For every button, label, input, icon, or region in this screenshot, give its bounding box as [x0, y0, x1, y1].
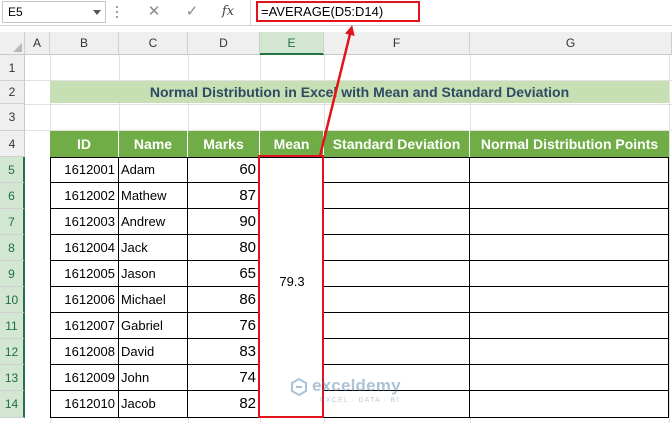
- cell-normal-distribution-points[interactable]: [470, 209, 669, 235]
- cell-standard-deviation[interactable]: [324, 261, 470, 287]
- cell-marks[interactable]: 60: [188, 157, 260, 183]
- cell-id[interactable]: 1612005: [50, 261, 119, 287]
- cell-standard-deviation[interactable]: [324, 209, 470, 235]
- column-header-g[interactable]: G: [470, 32, 672, 55]
- cell-name[interactable]: Adam: [119, 157, 188, 183]
- grid-line: [669, 55, 670, 423]
- cell-id[interactable]: 1612007: [50, 313, 119, 339]
- cell-id[interactable]: 1612002: [50, 183, 119, 209]
- cell-id[interactable]: 1612001: [50, 157, 119, 183]
- column-header-e[interactable]: E: [260, 32, 324, 55]
- row-header-8[interactable]: 8: [0, 235, 25, 261]
- cell-standard-deviation[interactable]: [324, 287, 470, 313]
- cell-id[interactable]: 1612006: [50, 287, 119, 313]
- cell-normal-distribution-points[interactable]: [470, 391, 669, 418]
- cancel-icon[interactable]: ✕: [144, 3, 164, 21]
- cell-id[interactable]: 1612009: [50, 365, 119, 391]
- column-header-c[interactable]: C: [119, 32, 188, 55]
- row-header-3[interactable]: 3: [0, 104, 25, 131]
- row-header-2[interactable]: 2: [0, 81, 25, 104]
- row-header-6[interactable]: 6: [0, 183, 25, 209]
- row-header-5[interactable]: 5: [0, 157, 25, 183]
- cell-name[interactable]: Michael: [119, 287, 188, 313]
- name-box-value: E5: [8, 5, 23, 19]
- cell-marks[interactable]: 86: [188, 287, 260, 313]
- cell-marks[interactable]: 74: [188, 365, 260, 391]
- cell-normal-distribution-points[interactable]: [470, 157, 669, 183]
- cell-marks[interactable]: 90: [188, 209, 260, 235]
- cell-marks[interactable]: 82: [188, 391, 260, 418]
- cell-name[interactable]: Gabriel: [119, 313, 188, 339]
- cell-standard-deviation[interactable]: [324, 339, 470, 365]
- row-header-10[interactable]: 10: [0, 287, 25, 313]
- cell-normal-distribution-points[interactable]: [470, 365, 669, 391]
- grid-line: [25, 104, 672, 105]
- watermark-name: exceldemy: [312, 376, 401, 395]
- table-header-mean[interactable]: Mean: [260, 131, 324, 157]
- column-header-d[interactable]: D: [188, 32, 260, 55]
- row-header-9[interactable]: 9: [0, 261, 25, 287]
- cell-normal-distribution-points[interactable]: [470, 287, 669, 313]
- chevron-down-icon[interactable]: [93, 10, 101, 15]
- cell-normal-distribution-points[interactable]: [470, 183, 669, 209]
- row-header-11[interactable]: 11: [0, 313, 25, 339]
- cell-name[interactable]: Mathew: [119, 183, 188, 209]
- cell-standard-deviation[interactable]: [324, 183, 470, 209]
- insert-function-icon[interactable]: fx: [218, 3, 238, 21]
- row-header-12[interactable]: 12: [0, 339, 25, 365]
- formula-highlight-box: [256, 1, 420, 22]
- column-header-b[interactable]: B: [50, 32, 119, 55]
- cell-standard-deviation[interactable]: [324, 313, 470, 339]
- cell-name[interactable]: David: [119, 339, 188, 365]
- table-header-normal-distribution-points[interactable]: Normal Distribution Points: [470, 131, 669, 157]
- row-header-1[interactable]: 1: [0, 55, 25, 81]
- row-header-7[interactable]: 7: [0, 209, 25, 235]
- sheet-title[interactable]: Normal Distribution in Excel with Mean a…: [50, 81, 669, 103]
- exceldemy-watermark: exceldemy EXCEL · DATA · BI: [290, 376, 420, 410]
- cell-id[interactable]: 1612010: [50, 391, 119, 418]
- row-header-13[interactable]: 13: [0, 365, 25, 391]
- column-header-a[interactable]: A: [25, 32, 50, 55]
- cell-normal-distribution-points[interactable]: [470, 261, 669, 287]
- cell-name[interactable]: Jacob: [119, 391, 188, 418]
- cell-name[interactable]: Jason: [119, 261, 188, 287]
- table-header-id[interactable]: ID: [50, 131, 119, 157]
- cell-id[interactable]: 1612004: [50, 235, 119, 261]
- enter-icon[interactable]: ✓: [182, 3, 202, 21]
- cell-marks[interactable]: 87: [188, 183, 260, 209]
- column-header-f[interactable]: F: [324, 32, 470, 55]
- exceldemy-logo-icon: [291, 378, 307, 396]
- cell-name[interactable]: John: [119, 365, 188, 391]
- row-header-14[interactable]: 14: [0, 391, 25, 418]
- cell-standard-deviation[interactable]: [324, 157, 470, 183]
- cell-marks[interactable]: 80: [188, 235, 260, 261]
- cell-normal-distribution-points[interactable]: [470, 339, 669, 365]
- drag-handle-icon[interactable]: [116, 6, 119, 20]
- name-box[interactable]: E5: [2, 1, 106, 23]
- table-header-name[interactable]: Name: [119, 131, 188, 157]
- cell-name[interactable]: Andrew: [119, 209, 188, 235]
- cell-marks[interactable]: 83: [188, 339, 260, 365]
- row-header-4[interactable]: 4: [0, 131, 25, 157]
- select-all-corner[interactable]: [0, 32, 25, 55]
- cell-normal-distribution-points[interactable]: [470, 313, 669, 339]
- cell-marks[interactable]: 76: [188, 313, 260, 339]
- cell-marks[interactable]: 65: [188, 261, 260, 287]
- table-header-standard-deviation[interactable]: Standard Deviation: [324, 131, 470, 157]
- cell-id[interactable]: 1612008: [50, 339, 119, 365]
- cell-normal-distribution-points[interactable]: [470, 235, 669, 261]
- cell-standard-deviation[interactable]: [324, 235, 470, 261]
- watermark-tagline: EXCEL · DATA · BI: [320, 397, 400, 404]
- table-header-marks[interactable]: Marks: [188, 131, 260, 157]
- cell-name[interactable]: Jack: [119, 235, 188, 261]
- cell-id[interactable]: 1612003: [50, 209, 119, 235]
